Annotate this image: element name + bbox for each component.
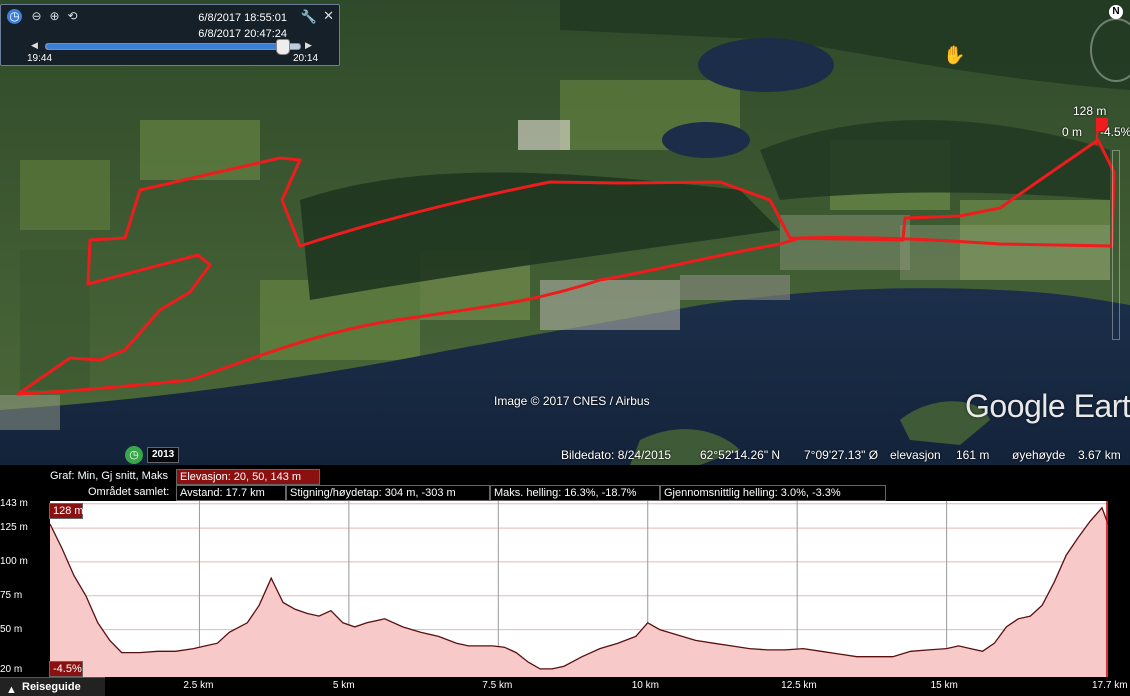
hand-cursor-icon: ✋ <box>943 45 966 65</box>
clock-icon[interactable]: ◷ <box>7 9 22 24</box>
y-tick-label: 20 m <box>0 664 23 676</box>
zoom-in-time-icon[interactable]: ⊕ <box>47 9 62 24</box>
max-slope-stat[interactable]: Maks. helling: 16.3%, -18.7% <box>490 485 660 501</box>
x-tick-label: 10 km <box>631 680 659 691</box>
wrench-icon[interactable]: 🔧 <box>301 9 317 25</box>
x-tick-label: 17.7 km <box>1092 680 1128 691</box>
y-tick-label: 50 m <box>0 623 23 635</box>
y-tick-label: 100 m <box>0 555 28 567</box>
y-tick-label: 75 m <box>0 589 23 601</box>
status-bar: Bildedato: 8/24/2015 62°52'14.26" N 7°09… <box>0 443 1130 465</box>
graph-label: Graf: Min, Gj snitt, Maks <box>50 470 168 482</box>
eye-altitude-label: øyehøyde <box>1012 448 1066 462</box>
cursor-slope-label: -4.5% <box>49 661 83 677</box>
time-slider-track[interactable] <box>45 39 301 55</box>
x-tick-label: 2.5 km <box>183 680 214 691</box>
time-slider-panel: ◷ ⊖ ⊕ ⟲ 6/8/2017 18:55:01 6/8/2017 20:47… <box>0 4 340 66</box>
google-earth-logo: Google Earth <box>965 388 1130 424</box>
x-tick-label: 5 km <box>332 680 355 691</box>
image-date: Bildedato: 8/24/2015 <box>561 448 672 462</box>
longitude: 7°09'27.13" Ø <box>804 448 879 462</box>
zoom-slider[interactable] <box>1112 150 1120 340</box>
area-label: Området samlet: <box>88 486 170 498</box>
triangle-up-icon: ▲ <box>6 684 17 696</box>
x-tick-label: 12.5 km <box>781 680 817 691</box>
time-slider-thumb[interactable] <box>275 39 290 55</box>
compass-north-icon[interactable]: N <box>1109 5 1123 19</box>
avg-slope-stat[interactable]: Gjennomsnittlig helling: 3.0%, -3.3% <box>660 485 886 501</box>
distance-stat[interactable]: Avstand: 17.7 km <box>176 485 286 501</box>
imagery-copyright: Image © 2017 CNES / Airbus <box>494 394 650 408</box>
elevation-label: elevasjon <box>890 448 941 462</box>
travel-guide-label: Reiseguide <box>22 681 81 693</box>
time-range-start: 19:44 <box>27 53 53 64</box>
time-start-label: 6/8/2017 18:55:01 <box>198 12 287 24</box>
cursor-elevation-label: 128 m <box>49 503 84 519</box>
climb-stat[interactable]: Stigning/høydetap: 304 m, -303 m <box>286 485 490 501</box>
elevation-chart[interactable] <box>50 501 1108 677</box>
step-forward-icon[interactable]: ▶ <box>305 40 312 51</box>
eye-altitude-value: 3.67 km <box>1078 448 1121 462</box>
zoom-out-time-icon[interactable]: ⊖ <box>29 9 44 24</box>
elevation-stat[interactable]: Elevasjon: 20, 50, 143 m <box>176 469 320 485</box>
reset-time-icon[interactable]: ⟲ <box>65 9 80 24</box>
marker-distance: 0 m <box>1062 125 1083 139</box>
y-tick-label: 143 m <box>0 497 28 509</box>
time-range-end: 20:14 <box>293 53 319 64</box>
elevation-profile-panel: Graf: Min, Gj snitt, Maks Elevasjon: 20,… <box>0 465 1130 696</box>
travel-guide-button[interactable]: ▲ Reiseguide <box>0 677 105 696</box>
latitude: 62°52'14.26" N <box>700 448 781 462</box>
time-slider-fill <box>46 44 290 49</box>
step-back-icon[interactable]: ◀ <box>31 40 38 51</box>
x-tick-label: 7.5 km <box>482 680 513 691</box>
marker-slope: -4.5% <box>1100 125 1130 139</box>
close-icon[interactable]: ✕ <box>323 8 334 24</box>
x-tick-label: 15 km <box>930 680 958 691</box>
map-view[interactable]: ◷ ⊖ ⊕ ⟲ 6/8/2017 18:55:01 6/8/2017 20:47… <box>0 0 1130 465</box>
y-tick-label: 125 m <box>0 522 28 534</box>
time-end-label: 6/8/2017 20:47:24 <box>198 28 287 40</box>
elevation-value: 161 m <box>956 448 990 462</box>
marker-elevation: 128 m <box>1073 104 1107 118</box>
